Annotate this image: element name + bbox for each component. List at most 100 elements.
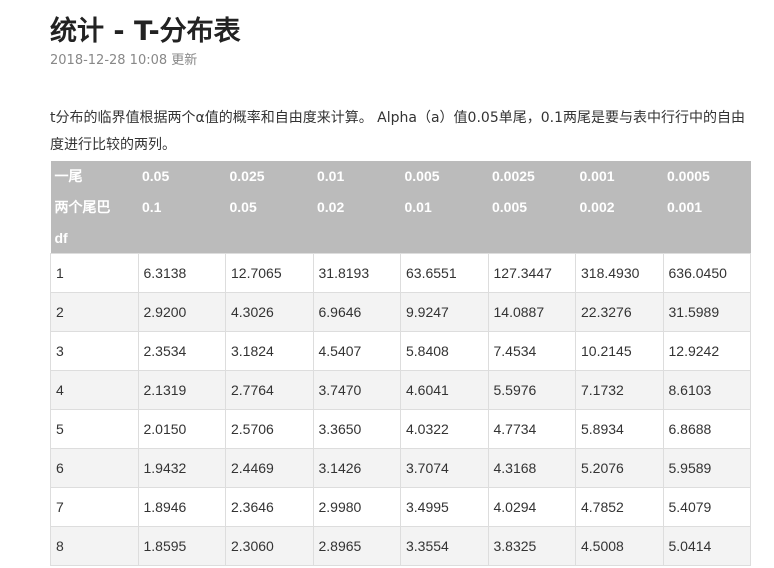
table-cell: 1.9432 (137, 448, 226, 488)
table-cell: 2 (50, 292, 139, 332)
header-cell: 0.025 (225, 161, 313, 192)
table-cell: 63.6551 (400, 253, 489, 293)
header-cell: 0.01 (313, 161, 401, 192)
table-cell: 2.3646 (225, 487, 314, 527)
table-cell: 12.9242 (662, 331, 751, 371)
table-cell: 5.8934 (575, 409, 664, 449)
table-cell: 4.5407 (312, 331, 401, 371)
table-row: 2 2.9200 4.3026 6.9646 9.9247 14.0887 22… (50, 292, 751, 332)
post-date: 2018-12-28 10:08 (50, 53, 168, 68)
table-cell: 4.5008 (575, 526, 664, 566)
table-cell: 4.7852 (575, 487, 664, 527)
table-cell: 3 (50, 331, 139, 371)
table-cell: 2.1319 (137, 370, 226, 410)
table-row: 5 2.0150 2.5706 3.3650 4.0322 4.7734 5.8… (50, 409, 751, 449)
table-cell: 3.3650 (312, 409, 401, 449)
header-row-one-tail: 一尾 0.05 0.025 0.01 0.005 0.0025 0.001 0.… (50, 161, 751, 192)
table-cell: 4.0294 (487, 487, 576, 527)
header-cell: 0.005 (400, 161, 488, 192)
table-cell: 12.7065 (225, 253, 314, 293)
table-cell: 5.5976 (487, 370, 576, 410)
table-cell: 10.2145 (575, 331, 664, 371)
t-distribution-table: 一尾 0.05 0.025 0.01 0.005 0.0025 0.001 0.… (50, 161, 751, 566)
table-cell: 3.1426 (312, 448, 401, 488)
updated-label: 更新 (171, 53, 198, 68)
post-meta: 2018-12-28 10:08 更新 (50, 52, 197, 70)
header-cell: 0.01 (400, 192, 488, 223)
table-cell: 4.0322 (400, 409, 489, 449)
table-cell: 2.8965 (312, 526, 401, 566)
header-cell: df (50, 223, 138, 254)
table-cell: 9.9247 (400, 292, 489, 332)
header-cell: 0.05 (225, 192, 313, 223)
table-cell: 4.3168 (487, 448, 576, 488)
header-cell: 0.05 (138, 161, 226, 192)
table-cell: 5.8408 (400, 331, 489, 371)
table-cell: 31.8193 (312, 253, 401, 293)
table-row: 3 2.3534 3.1824 4.5407 5.8408 7.4534 10.… (50, 331, 751, 371)
table-cell: 2.9980 (312, 487, 401, 527)
table-cell: 2.5706 (225, 409, 314, 449)
table-cell: 22.3276 (575, 292, 664, 332)
table-cell: 318.4930 (575, 253, 664, 293)
table-cell: 1 (50, 253, 139, 293)
header-cell (225, 223, 313, 254)
table-cell: 2.0150 (137, 409, 226, 449)
table-cell: 4.6041 (400, 370, 489, 410)
table-cell: 6.8688 (662, 409, 751, 449)
table-cell: 5.4079 (662, 487, 751, 527)
table-cell: 2.3060 (225, 526, 314, 566)
header-cell: 一尾 (50, 161, 138, 192)
table-cell: 3.3554 (400, 526, 489, 566)
header-cell (400, 223, 488, 254)
table-row: 1 6.3138 12.7065 31.8193 63.6551 127.344… (50, 253, 751, 293)
table-cell: 6.9646 (312, 292, 401, 332)
table-cell: 1.8595 (137, 526, 226, 566)
table-cell: 8.6103 (662, 370, 751, 410)
table-cell: 31.5989 (662, 292, 751, 332)
table-cell: 7.4534 (487, 331, 576, 371)
table-cell: 3.4995 (400, 487, 489, 527)
header-cell (313, 223, 401, 254)
table-cell: 6.3138 (137, 253, 226, 293)
intro-paragraph: t分布的临界值根据两个α值的概率和自由度来计算。 Alpha（a）值0.05单尾… (50, 110, 745, 153)
page-title: 统计 - T-分布表 (50, 16, 241, 47)
header-row-two-tails: 两个尾巴 0.1 0.05 0.02 0.01 0.005 0.002 0.00… (50, 192, 751, 223)
table-cell: 3.7470 (312, 370, 401, 410)
table-cell: 1.8946 (137, 487, 226, 527)
table-cell: 5.0414 (662, 526, 751, 566)
header-cell: 0.0025 (488, 161, 576, 192)
table-cell: 5 (50, 409, 139, 449)
table-cell: 3.8325 (487, 526, 576, 566)
header-row-df: df (50, 223, 751, 254)
header-cell: 0.001 (663, 192, 751, 223)
header-cell: 0.002 (575, 192, 663, 223)
table-cell: 14.0887 (487, 292, 576, 332)
table-cell: 5.2076 (575, 448, 664, 488)
header-cell: 0.001 (575, 161, 663, 192)
table-cell: 7 (50, 487, 139, 527)
header-cell (138, 223, 226, 254)
header-cell: 0.005 (488, 192, 576, 223)
header-cell: 0.02 (313, 192, 401, 223)
table-row: 7 1.8946 2.3646 2.9980 3.4995 4.0294 4.7… (50, 487, 751, 527)
table-cell: 6 (50, 448, 139, 488)
table-cell: 3.7074 (400, 448, 489, 488)
table-row: 6 1.9432 2.4469 3.1426 3.7074 4.3168 5.2… (50, 448, 751, 488)
table-cell: 3.1824 (225, 331, 314, 371)
table-cell: 127.3447 (487, 253, 576, 293)
table-cell: 4.7734 (487, 409, 576, 449)
table-cell: 4.3026 (225, 292, 314, 332)
table-cell: 7.1732 (575, 370, 664, 410)
table-cell: 4 (50, 370, 139, 410)
table-cell: 2.4469 (225, 448, 314, 488)
header-cell (663, 223, 751, 254)
header-cell (575, 223, 663, 254)
table-row: 4 2.1319 2.7764 3.7470 4.6041 5.5976 7.1… (50, 370, 751, 410)
table-cell: 2.7764 (225, 370, 314, 410)
header-cell (488, 223, 576, 254)
header-cell: 两个尾巴 (50, 192, 138, 223)
table-row: 8 1.8595 2.3060 2.8965 3.3554 3.8325 4.5… (50, 526, 751, 566)
table-cell: 5.9589 (662, 448, 751, 488)
table-cell: 2.3534 (137, 331, 226, 371)
